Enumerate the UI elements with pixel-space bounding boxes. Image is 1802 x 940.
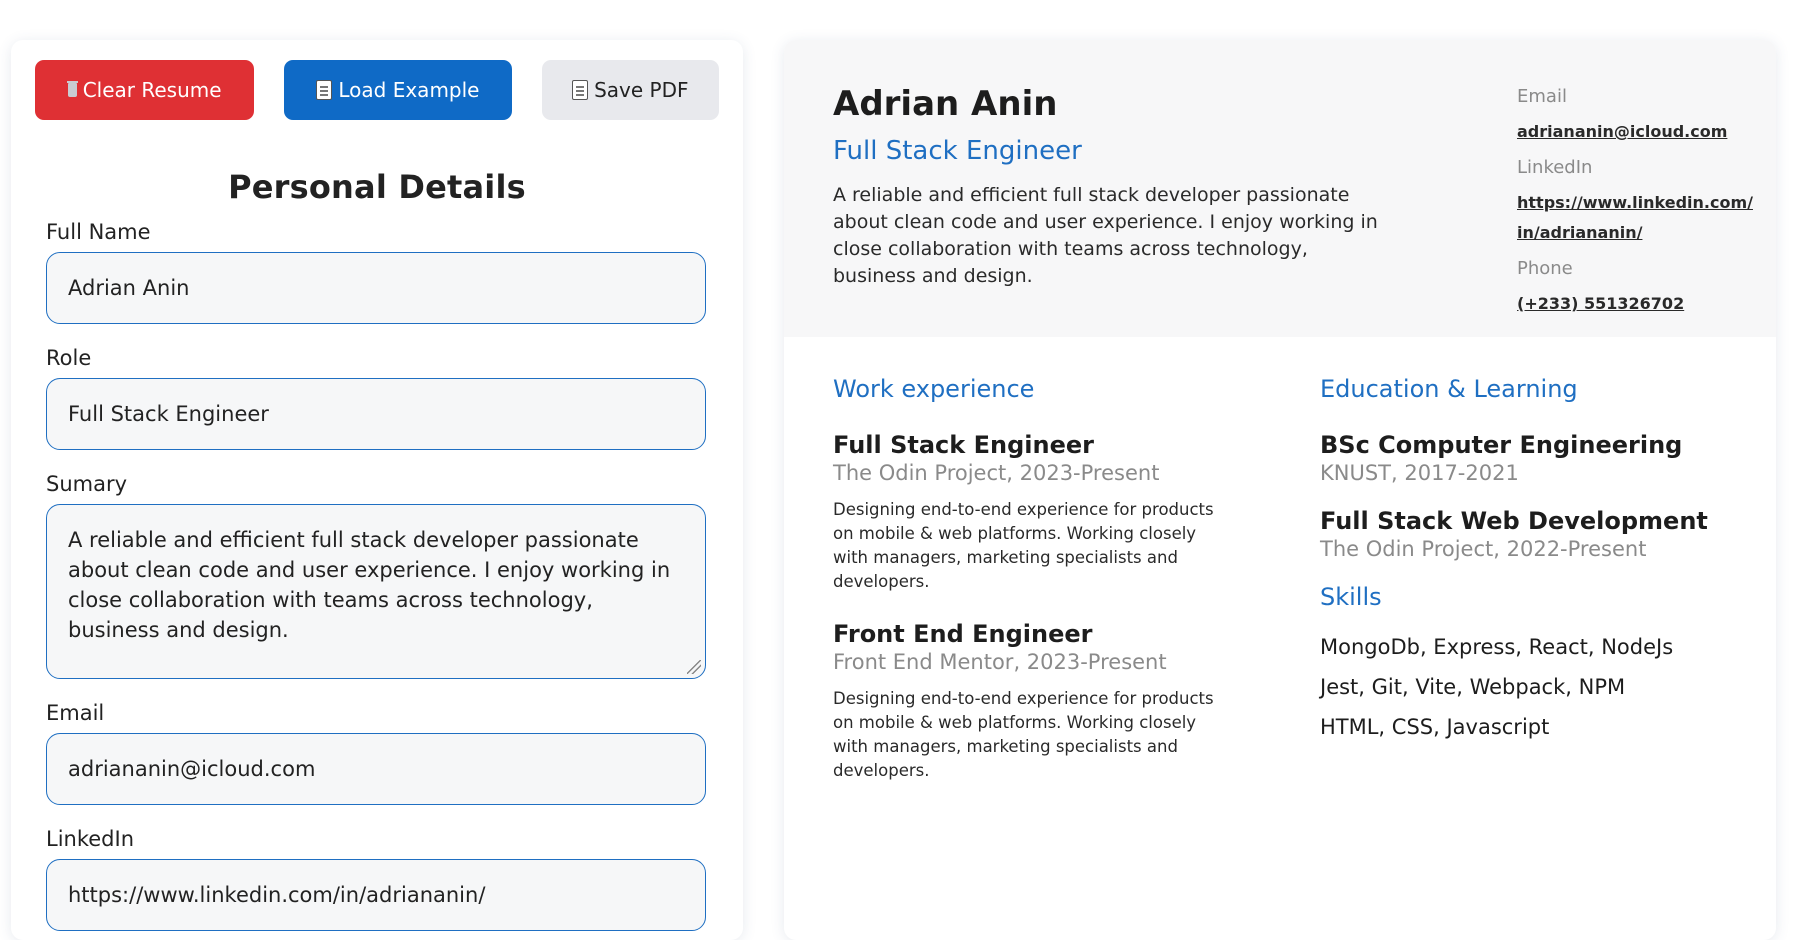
role-group: Role Full Stack Engineer [35, 346, 719, 450]
education-title: BSc Computer Engineering [1320, 431, 1683, 459]
clear-resume-button[interactable]: Clear Resume [35, 60, 255, 120]
full-name-label: Full Name [46, 220, 151, 244]
trash-icon [66, 81, 78, 97]
resume-summary: A reliable and efficient full stack deve… [833, 184, 1378, 287]
email-input[interactable]: adriananin@icloud.com [46, 733, 706, 805]
document-icon [316, 80, 333, 100]
contact-email-link[interactable]: adriananin@icloud.com [1517, 117, 1757, 147]
toolbar: Clear Resume Load Example Save PDF [35, 60, 719, 120]
full-name-input[interactable]: Adrian Anin [46, 252, 706, 324]
email-label: Email [46, 701, 105, 725]
work-description: Designing end-to-end experience for prod… [833, 500, 1214, 591]
resume-header: Adrian Anin Full Stack Engineer A reliab… [784, 40, 1776, 337]
work-title: Front End Engineer [833, 620, 1093, 648]
contact-phone-link[interactable]: (+233) 551326702 [1517, 289, 1757, 319]
load-example-button[interactable]: Load Example [284, 60, 512, 120]
full-name-group: Full Name Adrian Anin [35, 220, 719, 324]
role-input[interactable]: Full Stack Engineer [46, 378, 706, 450]
work-column: Work experience Full Stack Engineer The … [833, 375, 1253, 809]
linkedin-input[interactable]: https://www.linkedin.com/in/adriananin/ [46, 859, 706, 931]
clear-resume-label: Clear Resume [82, 78, 222, 102]
skills-heading: Skills [1320, 583, 1382, 611]
contact-phone-label: Phone [1517, 258, 1573, 279]
contact-linkedin-label: LinkedIn [1517, 157, 1593, 178]
skill-line: Jest, Git, Vite, Webpack, NPM [1320, 675, 1626, 699]
document-icon [572, 80, 589, 100]
personal-details-title: Personal Details [228, 168, 526, 206]
education-heading: Education & Learning [1320, 375, 1578, 403]
summary-label: Sumary [46, 472, 128, 496]
summary-group: Sumary A reliable and efficient full sta… [35, 472, 719, 679]
education-item: BSc Computer Engineering KNUST, 2017-202… [1320, 431, 1740, 485]
summary-text: A reliable and efficient full stack deve… [68, 528, 671, 642]
load-example-label: Load Example [338, 78, 480, 102]
contact-email-label: Email [1517, 86, 1567, 107]
role-label: Role [46, 346, 92, 370]
skill-line: MongoDb, Express, React, NodeJs [1320, 635, 1674, 659]
education-item: Full Stack Web Development The Odin Proj… [1320, 507, 1740, 561]
work-heading: Work experience [833, 375, 1035, 403]
save-pdf-label: Save PDF [594, 78, 689, 102]
education-meta: KNUST, 2017-2021 [1320, 461, 1519, 485]
skill-line: HTML, CSS, Javascript [1320, 715, 1550, 739]
work-item: Full Stack Engineer The Odin Project, 20… [833, 431, 1253, 594]
resume-role: Full Stack Engineer [833, 136, 1082, 166]
work-item: Front End Engineer Front End Mentor, 202… [833, 620, 1253, 783]
editor-panel: Clear Resume Load Example Save PDF Perso… [11, 40, 743, 940]
contact-block: Email adriananin@icloud.com LinkedIn htt… [1517, 86, 1757, 329]
education-column: Education & Learning BSc Computer Engine… [1320, 375, 1740, 747]
work-meta: Front End Mentor, 2023-Present [833, 650, 1167, 674]
work-meta: The Odin Project, 2023-Present [833, 461, 1160, 485]
linkedin-group: LinkedIn https://www.linkedin.com/in/adr… [35, 827, 719, 931]
summary-textarea[interactable]: A reliable and efficient full stack deve… [46, 504, 706, 679]
email-group: Email adriananin@icloud.com [35, 701, 719, 805]
resume-preview: Adrian Anin Full Stack Engineer A reliab… [784, 40, 1776, 940]
education-meta: The Odin Project, 2022-Present [1320, 537, 1647, 561]
linkedin-label: LinkedIn [46, 827, 135, 851]
contact-linkedin-link[interactable]: https://www.linkedin.com/in/adriananin/ [1517, 188, 1757, 248]
resume-name: Adrian Anin [833, 84, 1058, 124]
education-title: Full Stack Web Development [1320, 507, 1708, 535]
work-description: Designing end-to-end experience for prod… [833, 689, 1214, 780]
work-title: Full Stack Engineer [833, 431, 1094, 459]
resize-handle-icon[interactable] [687, 660, 701, 674]
save-pdf-button[interactable]: Save PDF [541, 60, 719, 120]
